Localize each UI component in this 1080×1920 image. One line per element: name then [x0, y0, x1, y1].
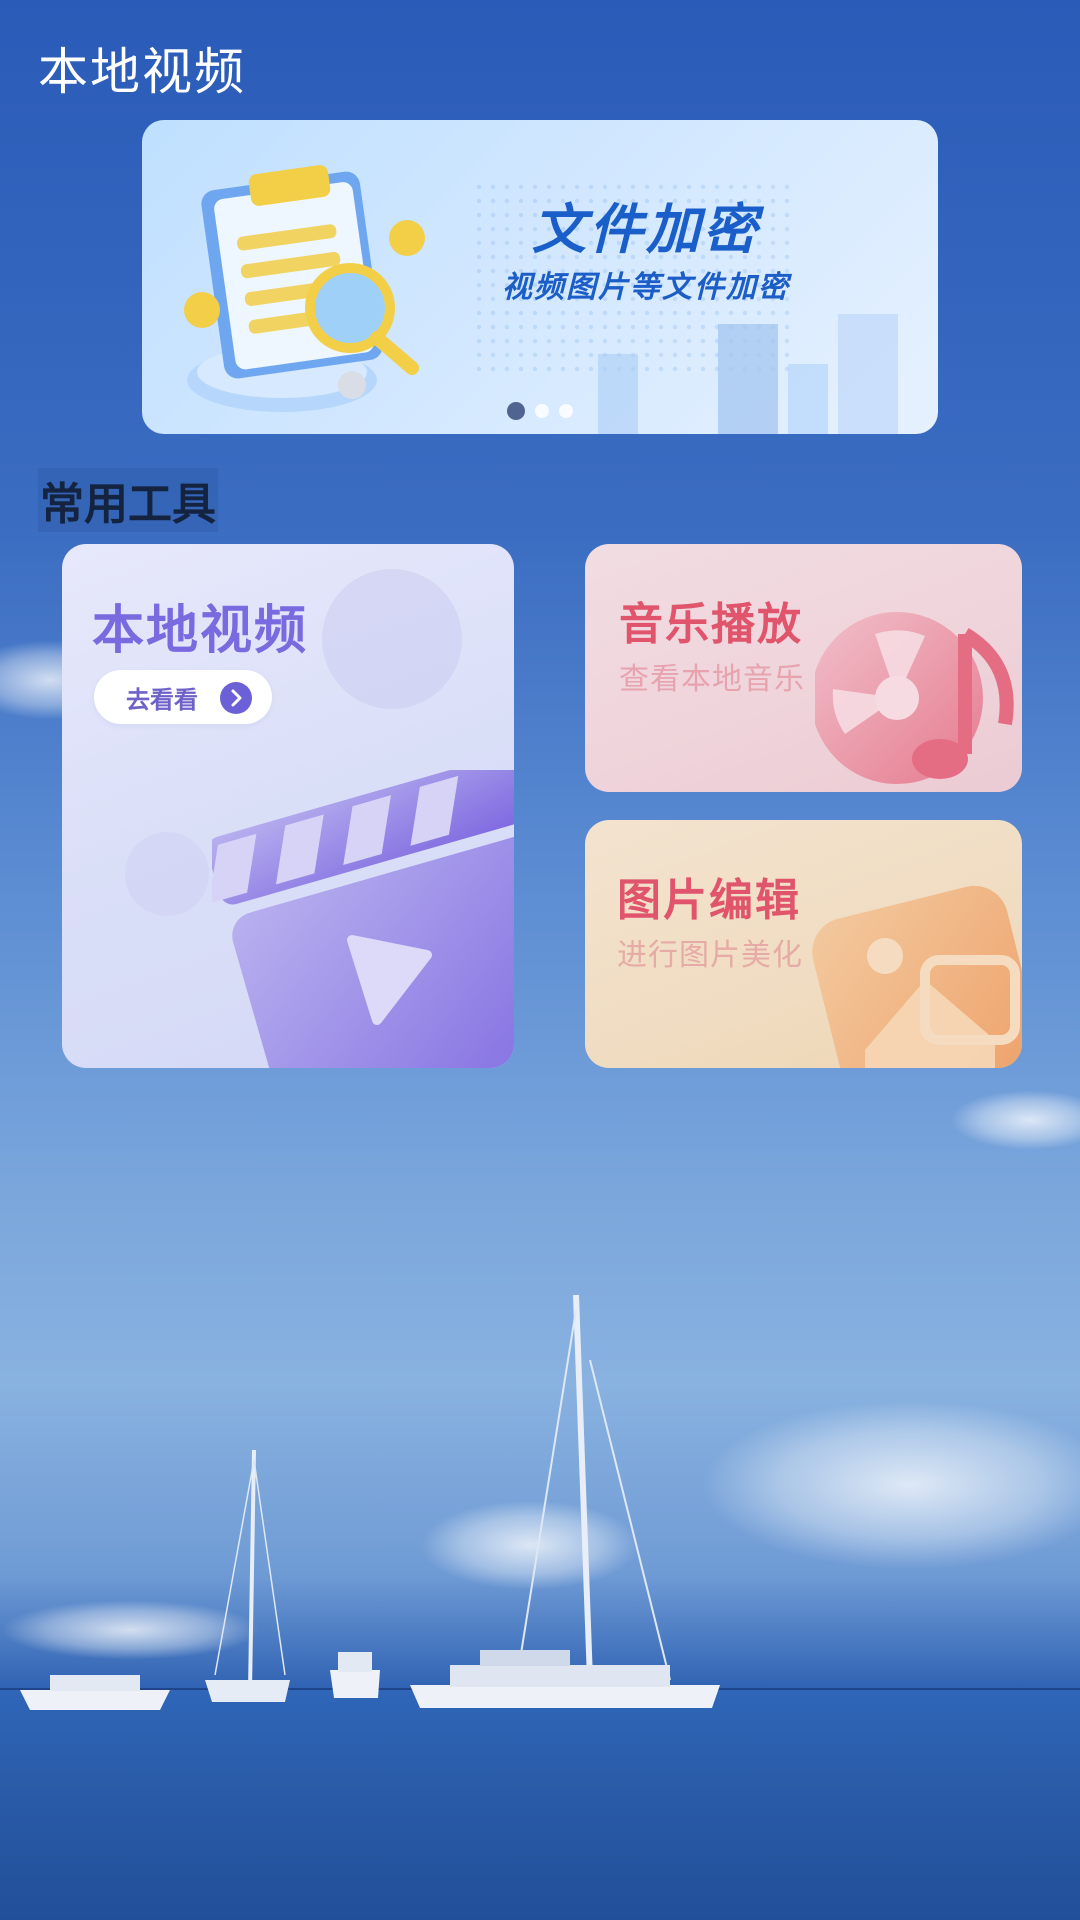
banner-title: 文件加密 — [532, 198, 760, 261]
clapperboard-icon — [212, 770, 514, 1068]
banner-subtitle: 视频图片等文件加密 — [502, 270, 790, 305]
card-subtitle: 进行图片美化 — [617, 938, 803, 973]
card-title: 图片编辑 — [617, 875, 801, 926]
music-player-card[interactable]: 音乐播放 查看本地音乐 — [585, 544, 1022, 792]
local-video-card[interactable]: 本地视频 去看看 — [62, 544, 514, 1068]
music-disc-icon — [815, 612, 1014, 784]
photo-edit-card[interactable]: 图片编辑 进行图片美化 — [585, 820, 1022, 1068]
cloud — [950, 1090, 1080, 1150]
card-subtitle: 查看本地音乐 — [619, 662, 805, 697]
card-title: 音乐播放 — [619, 599, 803, 650]
section-title: 常用工具 — [38, 468, 218, 532]
carousel-dot-3[interactable] — [559, 404, 573, 418]
chevron-right-icon — [220, 682, 252, 714]
card-title: 本地视频 — [92, 601, 309, 661]
carousel-dot-2[interactable] — [535, 404, 549, 418]
promo-banner[interactable]: 文件加密 视频图片等文件加密 — [142, 120, 938, 434]
carousel-dot-1[interactable] — [507, 402, 525, 420]
sailboats-illustration — [20, 1294, 720, 1710]
photo-icon — [812, 885, 1022, 1068]
page-title: 本地视频 — [38, 43, 246, 101]
clipboard-magnifier-icon — [184, 165, 425, 412]
go-see-label: 去看看 — [126, 685, 198, 714]
go-see-button[interactable]: 去看看 — [94, 670, 272, 724]
carousel-indicator[interactable] — [142, 402, 938, 420]
sea — [0, 1690, 1080, 1920]
